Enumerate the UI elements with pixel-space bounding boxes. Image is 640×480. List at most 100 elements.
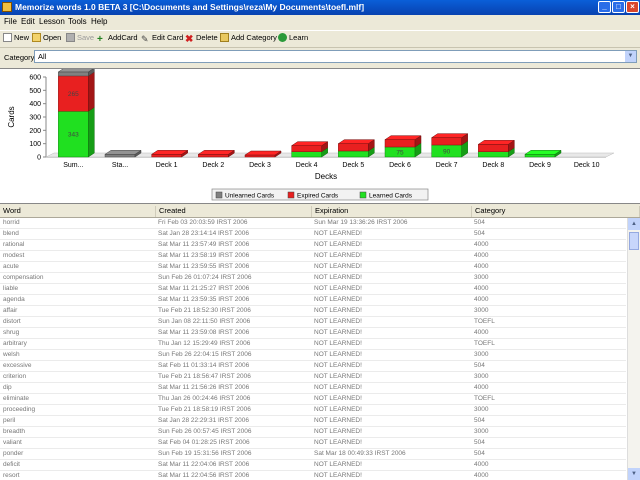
cell-word: excessive	[3, 362, 32, 369]
cell-category: TOEFL	[474, 340, 495, 347]
add-category-label: Add Category	[231, 33, 277, 42]
table-row[interactable]: ponder Sun Feb 19 15:31:56 IRST 2006 Sat M…	[0, 449, 626, 460]
cell-category: 4000	[474, 296, 489, 303]
cell-expiration: NOT LEARNED!	[314, 285, 362, 292]
menu-tools[interactable]: Tools	[68, 17, 87, 26]
cell-category: 4000	[474, 472, 489, 479]
column-header-word[interactable]: Word	[0, 206, 156, 217]
table-row[interactable]: arbitrary Thu Jan 12 15:29:49 IRST 2006 NO…	[0, 339, 626, 350]
x-tick-label: Deck 1	[156, 162, 178, 169]
table-row[interactable]: dip Sat Mar 11 21:56:26 IRST 2006 NOT LEAR…	[0, 383, 626, 394]
x-tick-label: Deck 9	[529, 162, 551, 169]
scroll-up-icon[interactable]: ▲	[628, 218, 640, 230]
cell-word: eliminate	[3, 395, 30, 402]
column-header-category[interactable]: Category	[472, 206, 640, 217]
scroll-down-icon[interactable]: ▼	[628, 468, 640, 480]
table-header: Word Created Expiration Category	[0, 204, 640, 218]
chevron-down-icon[interactable]: ▼	[625, 51, 636, 62]
bar-segment	[338, 143, 369, 152]
edit-card-button[interactable]: ✎ Edit Card	[141, 33, 183, 45]
x-tick-label: Deck 4	[296, 162, 318, 169]
y-tick-label: 400	[29, 101, 41, 108]
table-row[interactable]: breadth Sun Feb 26 00:57:45 IRST 2006 NOT …	[0, 427, 626, 438]
table-row[interactable]: proceeding Tue Feb 21 18:58:19 IRST 2006 N…	[0, 405, 626, 416]
table-row[interactable]: agenda Sat Mar 11 23:59:35 IRST 2006 NOT L…	[0, 295, 626, 306]
table-row[interactable]: compensation Sun Feb 26 01:07:24 IRST 200…	[0, 273, 626, 284]
words-table: Word Created Expiration Category horrid F…	[0, 204, 640, 480]
add-category-button[interactable]: Add Category	[220, 33, 277, 45]
bar-segment-side	[88, 71, 95, 112]
cell-expiration: NOT LEARNED!	[314, 329, 362, 336]
cell-category: 4000	[474, 329, 489, 336]
data-label: 343	[68, 132, 79, 139]
cell-created: Sat Feb 11 01:33:14 IRST 2006	[158, 362, 250, 369]
delete-button[interactable]: ✖ Delete	[185, 33, 218, 45]
table-row[interactable]: liable Sat Mar 11 21:25:27 IRST 2006 NOT L…	[0, 284, 626, 295]
scrollbar-thumb[interactable]	[629, 232, 639, 250]
close-button[interactable]: ×	[626, 1, 639, 13]
table-row[interactable]: valiant Sat Feb 04 01:28:25 IRST 2006 NOT …	[0, 438, 626, 449]
maximize-button[interactable]: □	[612, 1, 625, 13]
table-row[interactable]: eliminate Thu Jan 26 00:24:46 IRST 2006 NO…	[0, 394, 626, 405]
chart-pane: 0 100 200 300 400 500 600 Cards Sum... Sta... Deck…	[0, 68, 640, 204]
cell-word: acute	[3, 263, 19, 270]
bar-segment	[291, 151, 322, 158]
window-title: Memorize words 1.0 BETA 3 [C:\Documents …	[15, 2, 365, 12]
table-row[interactable]: distort Sun Jan 08 22:11:50 IRST 2006 NOT …	[0, 317, 626, 328]
save-label: Save	[77, 33, 95, 42]
table-row[interactable]: affair Tue Feb 21 18:52:30 IRST 2006 NOT L…	[0, 306, 626, 317]
cell-category: 3000	[474, 351, 489, 358]
delete-label: Delete	[196, 33, 218, 42]
minimize-button[interactable]: _	[598, 1, 611, 13]
learn-button[interactable]: Learn	[278, 33, 308, 45]
bar-top	[290, 141, 329, 146]
category-select[interactable]: All ▼	[34, 50, 637, 63]
data-label: 75	[396, 150, 404, 157]
table-row[interactable]: shrug Sat Mar 11 23:59:08 IRST 2006 NOT LE…	[0, 328, 626, 339]
vertical-scrollbar[interactable]: ▲ ▼	[627, 218, 640, 480]
cell-created: Sun Feb 26 00:57:45 IRST 2006	[158, 428, 252, 435]
add-card-button[interactable]: + AddCard	[97, 33, 138, 45]
table-row[interactable]: welsh Sun Feb 26 22:04:15 IRST 2006 NOT LE…	[0, 350, 626, 361]
table-row[interactable]: blend Sat Jan 28 23:14:14 IRST 2006 NOT LE…	[0, 229, 626, 240]
new-button[interactable]: New	[3, 33, 29, 45]
table-row[interactable]: modest Sat Mar 11 23:58:19 IRST 2006 NOT L…	[0, 251, 626, 262]
x-tick-label: Deck 8	[482, 162, 504, 169]
edit-card-label: Edit Card	[152, 33, 184, 42]
column-header-expiration[interactable]: Expiration	[312, 206, 472, 217]
bar-top	[197, 150, 236, 155]
bar-segment	[524, 154, 556, 158]
column-header-created[interactable]: Created	[156, 206, 312, 217]
table-row[interactable]: horrid Fri Feb 03 20:03:59 IRST 2006 Sun M…	[0, 218, 626, 229]
menu-file[interactable]: File	[4, 17, 17, 26]
open-button[interactable]: Open	[32, 33, 61, 45]
legend-swatch	[215, 191, 223, 199]
menu-lesson[interactable]: Lesson	[39, 17, 65, 26]
cell-word: peril	[3, 417, 16, 424]
cell-expiration: NOT LEARNED!	[314, 263, 362, 270]
table-row[interactable]: peril Sat Jan 28 22:29:31 IRST 2006 NOT LE…	[0, 416, 626, 427]
table-body: horrid Fri Feb 03 20:03:59 IRST 2006 Sun M…	[0, 218, 626, 480]
menu-bar: File Edit Lesson Tools Help	[0, 15, 640, 28]
bar-segment	[198, 154, 229, 158]
table-row[interactable]: excessive Sat Feb 11 01:33:14 IRST 2006 NO…	[0, 361, 626, 372]
cell-created: Thu Jan 26 00:24:46 IRST 2006	[158, 395, 251, 402]
table-row[interactable]: deficit Sat Mar 11 22:04:06 IRST 2006 NOT …	[0, 460, 626, 471]
cell-category: TOEFL	[474, 395, 495, 402]
cell-created: Sat Feb 04 01:28:25 IRST 2006	[158, 439, 250, 446]
table-row[interactable]: resort Sat Mar 11 22:04:56 IRST 2006 NOT L…	[0, 471, 626, 480]
menu-edit[interactable]: Edit	[21, 17, 35, 26]
save-button[interactable]: Save	[66, 33, 94, 45]
category-label: Category	[4, 53, 35, 62]
x-tick-label: Deck 2	[202, 162, 224, 169]
cell-word: valiant	[3, 439, 22, 446]
menu-help[interactable]: Help	[91, 17, 107, 26]
table-row[interactable]: acute Sat Mar 11 23:59:55 IRST 2006 NOT LE…	[0, 262, 626, 273]
cell-created: Sun Feb 26 01:07:24 IRST 2006	[158, 274, 252, 281]
cell-category: 504	[474, 362, 485, 369]
table-row[interactable]: rational Sat Mar 11 23:57:49 IRST 2006 NOT…	[0, 240, 626, 251]
bar-segment	[104, 154, 136, 158]
title-bar: Memorize words 1.0 BETA 3 [C:\Documents …	[0, 0, 640, 15]
cell-category: 504	[474, 439, 485, 446]
table-row[interactable]: criterion Tue Feb 21 18:56:47 IRST 2006 NO…	[0, 372, 626, 383]
